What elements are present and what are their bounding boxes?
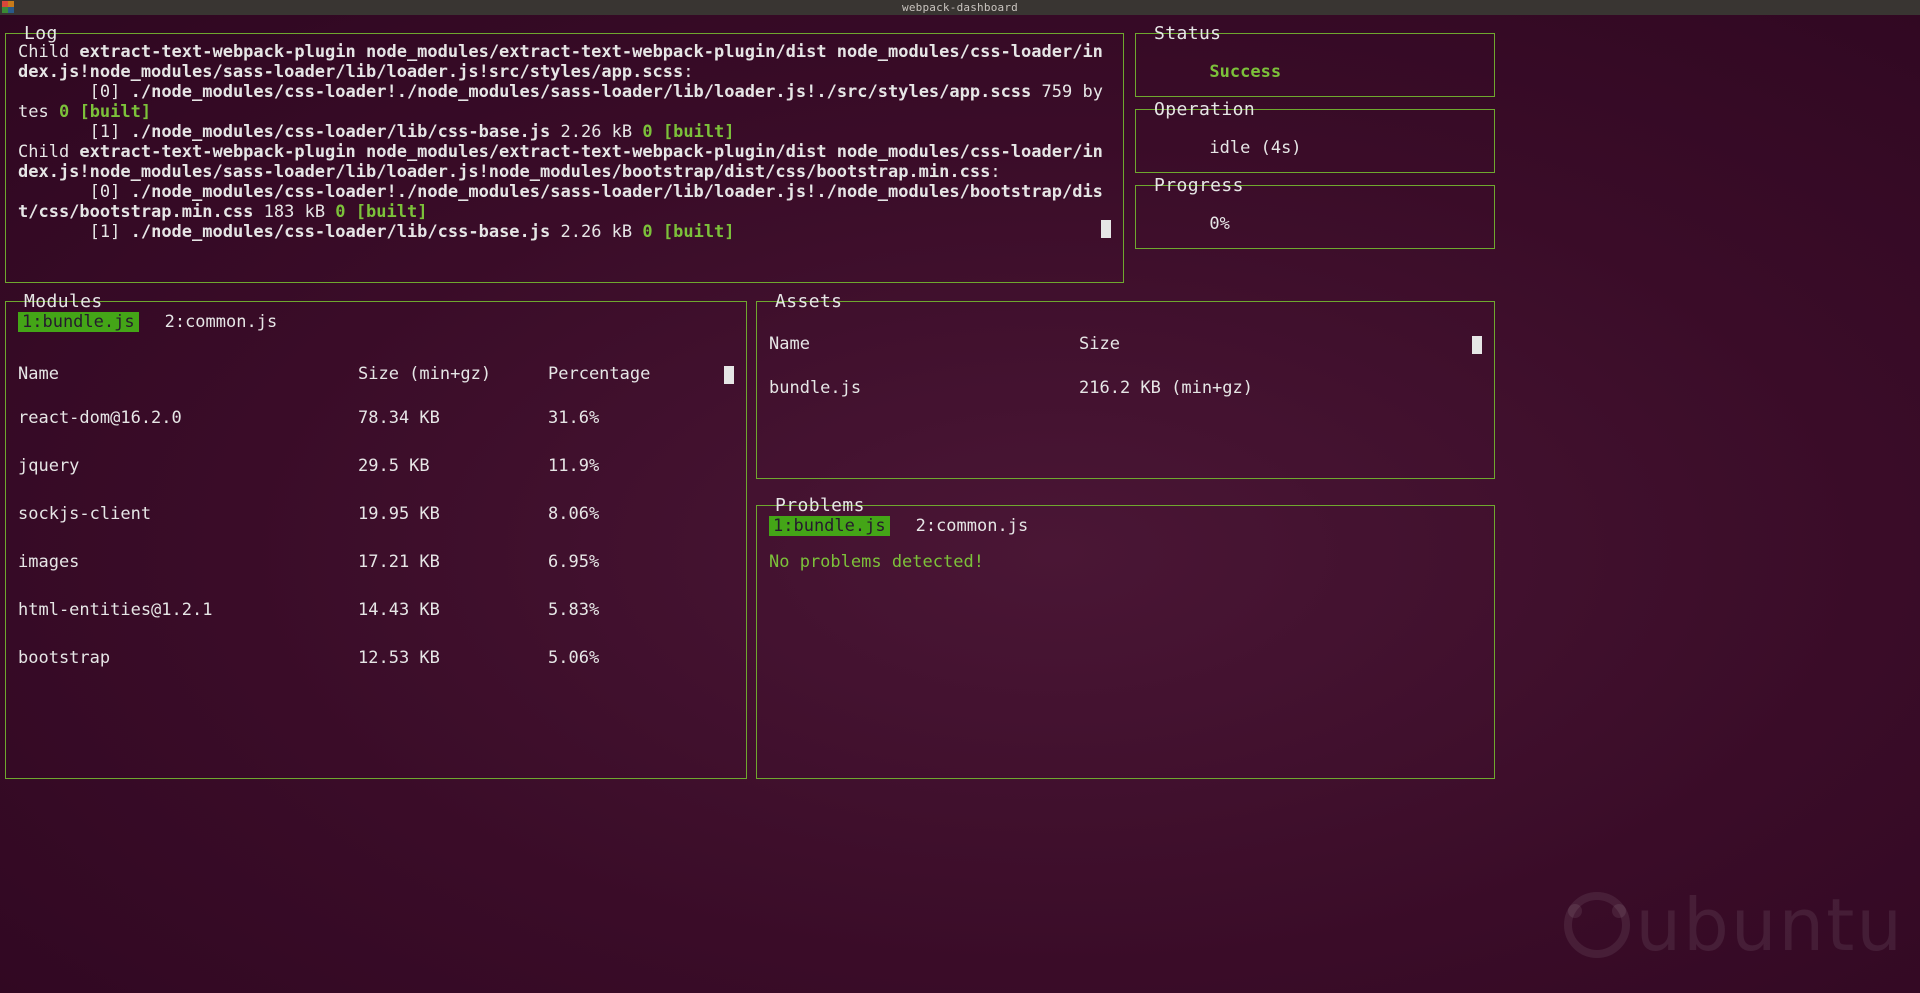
window-title: webpack-dashboard bbox=[902, 1, 1018, 14]
tab-common-js[interactable]: 2:common.js bbox=[161, 312, 282, 332]
terminal-surface: Log Child extract-text-webpack-plugin no… bbox=[0, 15, 1920, 993]
table-row: bootstrap 12.53 KB 5.06% bbox=[18, 634, 734, 682]
col-size: Size (min+gz) bbox=[358, 364, 548, 384]
modules-tabs: 1:bundle.js 2:common.js bbox=[6, 302, 746, 332]
cursor-icon bbox=[1472, 336, 1482, 354]
col-name: Name bbox=[18, 364, 358, 384]
table-row: jquery 29.5 KB 11.9% bbox=[18, 442, 734, 490]
table-row: sockjs-client 19.95 KB 8.06% bbox=[18, 490, 734, 538]
log-pane: Log Child extract-text-webpack-plugin no… bbox=[5, 33, 1124, 283]
log-content[interactable]: Child extract-text-webpack-plugin node_m… bbox=[6, 34, 1123, 252]
col-name: Name bbox=[769, 334, 1079, 354]
table-row: html-entities@1.2.1 14.43 KB 5.83% bbox=[18, 586, 734, 634]
cursor-icon bbox=[1101, 220, 1111, 238]
assets-pane: Assets Name Size bundle.js 216.2 KB (min… bbox=[756, 301, 1495, 479]
problems-pane-title: Problems bbox=[771, 495, 869, 516]
operation-value: idle (4s) bbox=[1209, 138, 1301, 158]
tab-bundle-js[interactable]: 1:bundle.js bbox=[769, 516, 890, 536]
cursor-icon bbox=[724, 366, 734, 384]
col-percentage: Percentage bbox=[548, 364, 708, 384]
tab-common-js[interactable]: 2:common.js bbox=[912, 516, 1033, 536]
modules-header-row: Name Size (min+gz) Percentage bbox=[18, 346, 734, 394]
operation-pane: Operation idle (4s) bbox=[1135, 109, 1495, 173]
col-size: Size bbox=[1079, 334, 1379, 354]
log-pane-title: Log bbox=[20, 23, 62, 44]
modules-pane-title: Modules bbox=[20, 291, 107, 312]
progress-pane: Progress 0% bbox=[1135, 185, 1495, 249]
modules-table: Name Size (min+gz) Percentage react-dom@… bbox=[6, 332, 746, 682]
operation-pane-title: Operation bbox=[1150, 99, 1259, 120]
window-icon bbox=[2, 1, 14, 13]
ubuntu-logo: ubuntu bbox=[1564, 883, 1904, 967]
problems-message: No problems detected! bbox=[769, 542, 1482, 572]
table-row: images 17.21 KB 6.95% bbox=[18, 538, 734, 586]
progress-value: 0% bbox=[1209, 214, 1229, 234]
assets-header-row: Name Size bbox=[769, 316, 1482, 364]
modules-pane: Modules 1:bundle.js2:common.js Name Size… bbox=[5, 301, 747, 779]
status-value: Success bbox=[1209, 62, 1281, 82]
assets-table: Name Size bundle.js 216.2 KB (min+gz) bbox=[757, 302, 1494, 412]
status-pane-title: Status bbox=[1150, 23, 1225, 44]
table-row: bundle.js 216.2 KB (min+gz) bbox=[769, 364, 1482, 412]
progress-pane-title: Progress bbox=[1150, 175, 1248, 196]
status-pane: Status Success bbox=[1135, 33, 1495, 97]
ubuntu-circle-icon bbox=[1564, 892, 1630, 958]
tab-bundle-js[interactable]: 1:bundle.js bbox=[18, 312, 139, 332]
titlebar: webpack-dashboard bbox=[0, 0, 1920, 15]
table-row: react-dom@16.2.0 78.34 KB 31.6% bbox=[18, 394, 734, 442]
problems-pane: Problems 1:bundle.js2:common.js No probl… bbox=[756, 505, 1495, 779]
assets-pane-title: Assets bbox=[771, 291, 846, 312]
